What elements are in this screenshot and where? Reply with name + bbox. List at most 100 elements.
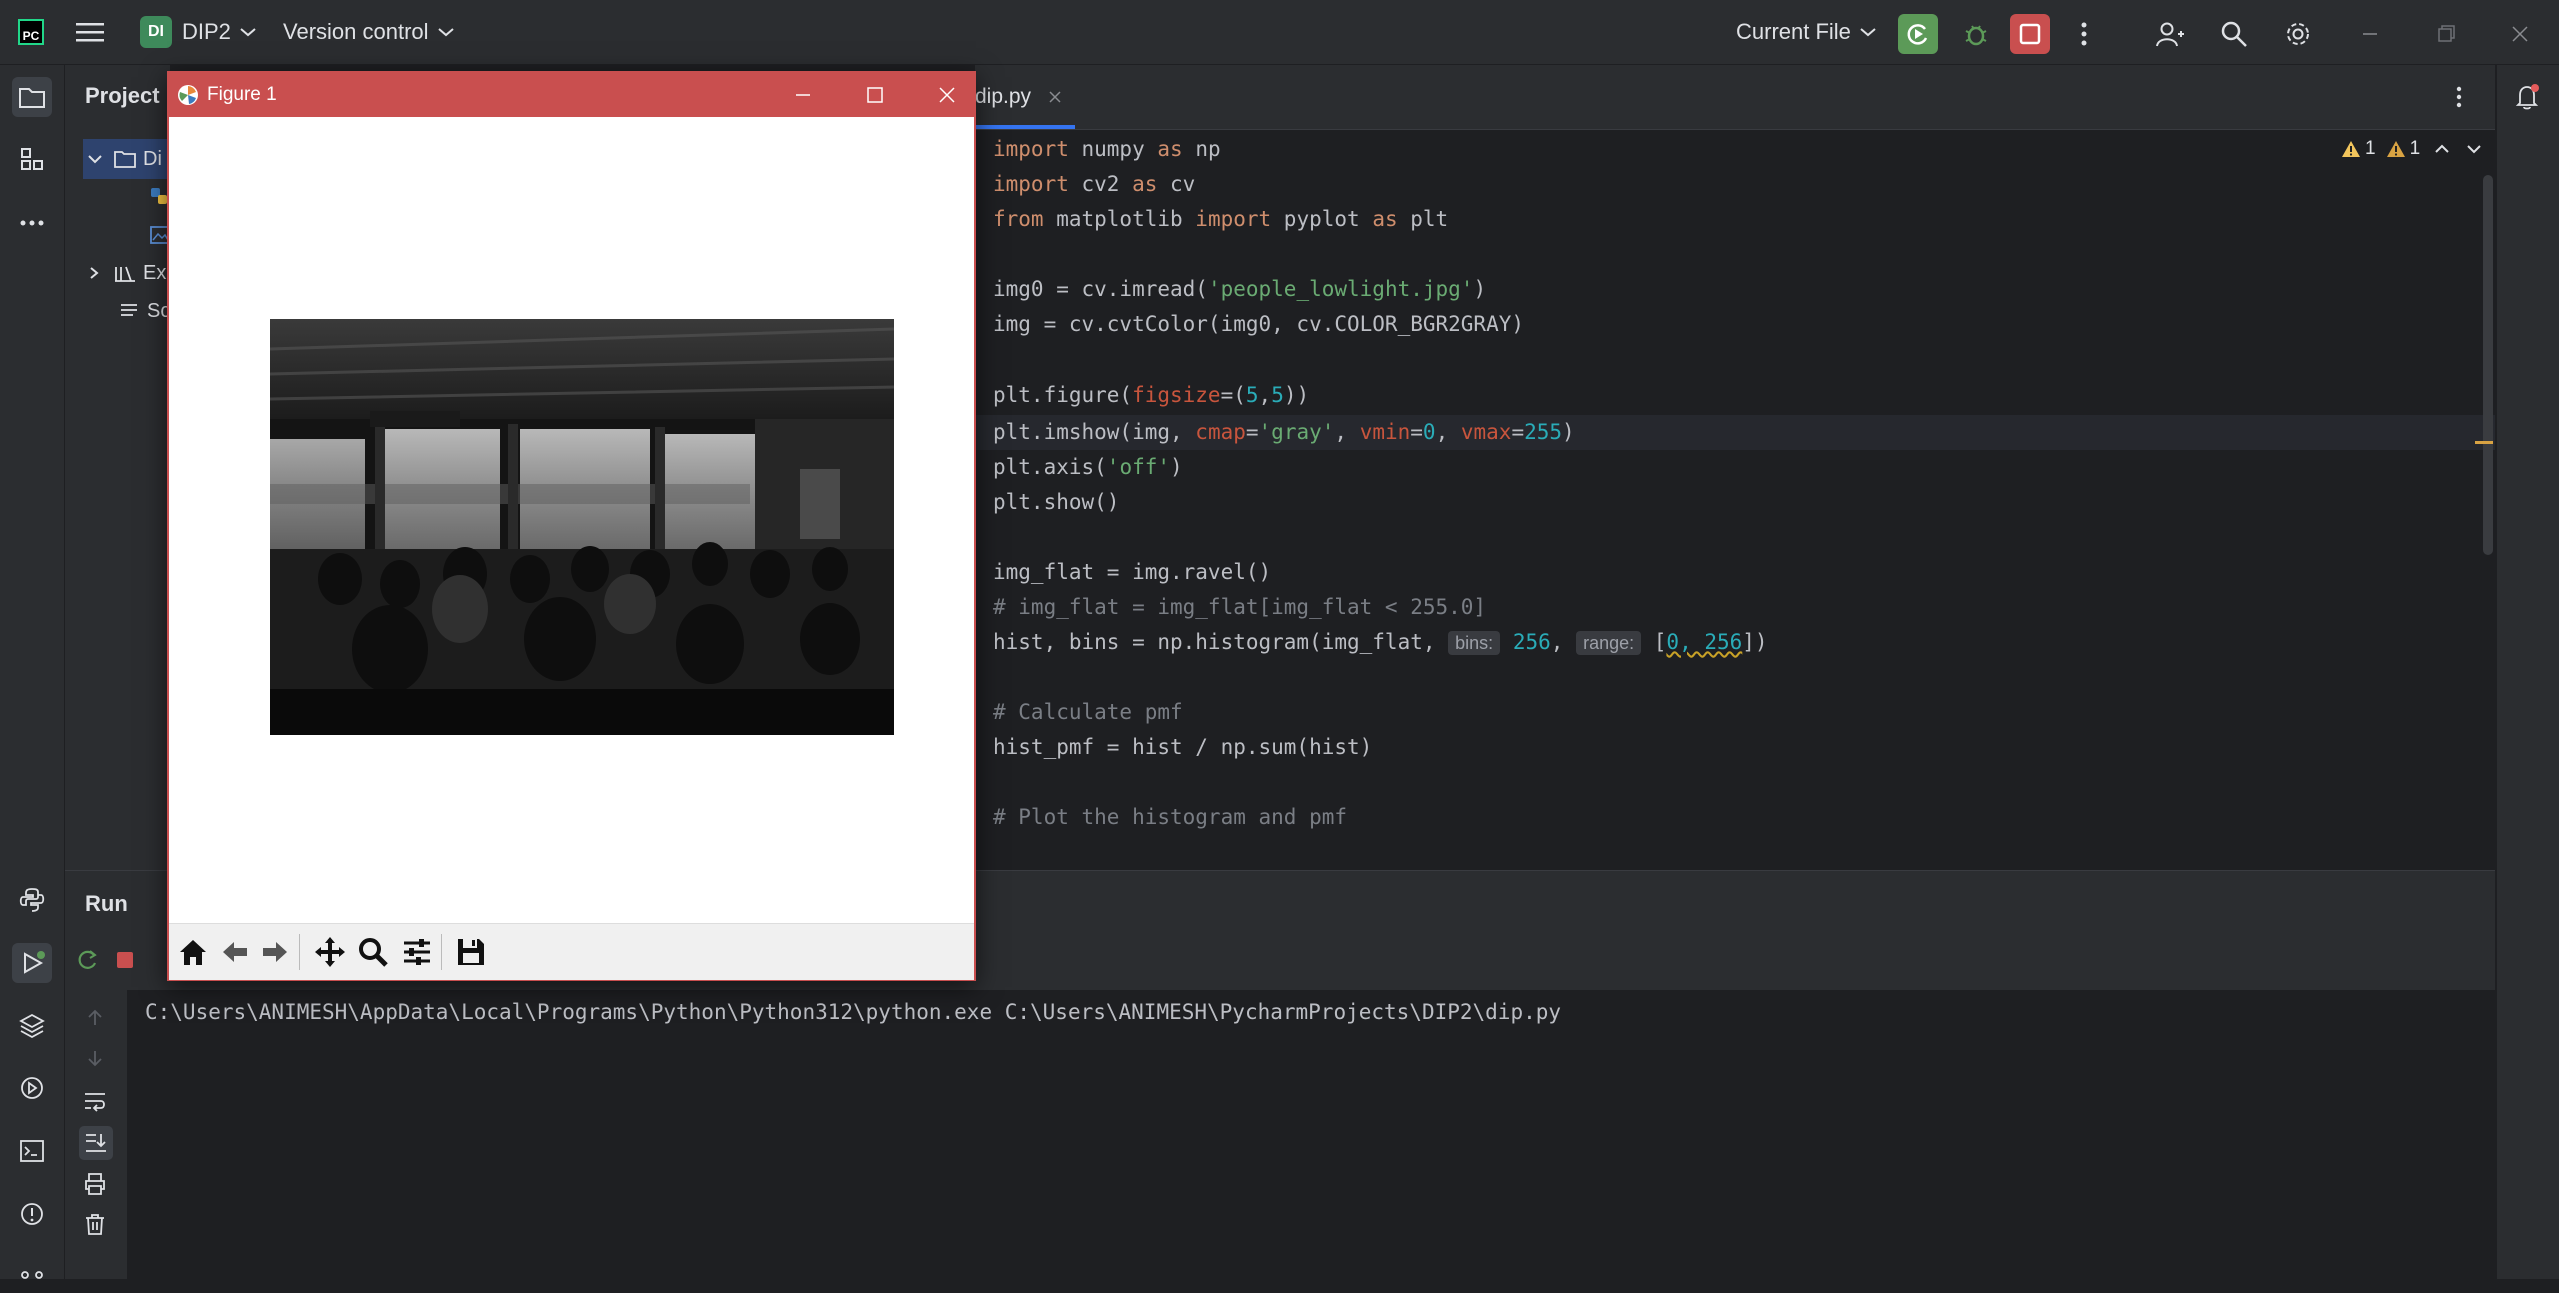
left-tool-strip <box>0 65 65 1279</box>
main-menu-button[interactable] <box>76 0 104 64</box>
print-button[interactable] <box>83 1172 107 1201</box>
structure-icon <box>21 148 43 170</box>
sliders-icon <box>404 939 430 965</box>
version-control-tool-button[interactable] <box>12 1253 52 1293</box>
clear-console-button[interactable] <box>83 1212 107 1241</box>
figure-close-button[interactable] <box>925 79 969 111</box>
arrow-right-icon <box>263 942 287 962</box>
configure-subplots-button[interactable] <box>397 932 437 972</box>
gear-icon <box>2287 23 2309 45</box>
run-side-toolbar <box>65 990 127 1279</box>
warning-marker[interactable] <box>2475 441 2493 444</box>
search-button[interactable] <box>2214 14 2254 54</box>
notifications-button[interactable] <box>2507 77 2547 117</box>
debug-button[interactable] <box>1956 14 1996 54</box>
minimize-icon <box>796 94 810 96</box>
more-vertical-icon <box>2456 86 2462 108</box>
project-tool-button[interactable] <box>12 77 52 117</box>
python-icon <box>19 888 45 912</box>
code-line: hist_pmf = hist / np.sum(hist) <box>993 735 1373 759</box>
library-icon <box>115 266 135 282</box>
chevron-down-icon <box>240 28 256 37</box>
restore-window-button[interactable] <box>2426 14 2466 54</box>
figure-minimize-button[interactable] <box>781 79 825 111</box>
tab-options-button[interactable] <box>2455 85 2463 114</box>
code-line: # Plot the histogram and pmf <box>993 805 1348 829</box>
settings-button[interactable] <box>2278 14 2318 54</box>
services-button[interactable] <box>12 1068 52 1108</box>
tree-row-label: Di <box>143 147 162 170</box>
scroll-up-button[interactable] <box>85 1008 105 1033</box>
code-line: import cv2 as cv <box>993 172 1196 196</box>
back-button[interactable] <box>215 932 255 972</box>
run-icon <box>24 951 45 974</box>
terminal-button[interactable] <box>12 1131 52 1171</box>
version-control-menu[interactable]: Version control <box>283 0 455 64</box>
python-console-button[interactable] <box>12 880 52 920</box>
code-line: plt.figure(figsize=(5,5)) <box>993 383 1310 407</box>
console-output[interactable]: C:\Users\ANIMESH\AppData\Local\Programs\… <box>127 990 2495 1279</box>
figure-title-bar[interactable]: Figure 1 <box>169 73 974 117</box>
folder-icon <box>19 88 45 108</box>
tree-row-external-libraries[interactable]: Ex <box>87 254 166 292</box>
save-icon <box>458 939 484 965</box>
problems-icon <box>21 1203 43 1225</box>
code-line: # img_flat = img_flat[img_flat < 255.0] <box>993 595 1487 619</box>
scroll-end-icon <box>86 1134 106 1152</box>
editor-scrollbar[interactable] <box>2483 175 2493 555</box>
run-tool-button[interactable] <box>12 943 52 983</box>
scroll-down-button[interactable] <box>85 1048 105 1073</box>
figure-maximize-button[interactable] <box>853 79 897 111</box>
minimize-icon <box>2363 33 2377 35</box>
warning-count: 1 <box>2365 138 2376 159</box>
run-config-selector[interactable]: Current File <box>1736 0 1877 64</box>
home-button[interactable] <box>173 932 213 972</box>
rerun-button[interactable] <box>75 948 99 977</box>
stop-run-button[interactable] <box>115 950 135 975</box>
arrow-down-icon <box>88 1051 102 1067</box>
printer-icon <box>85 1173 105 1195</box>
tab-label: dip.py <box>975 85 1032 108</box>
close-window-button[interactable] <box>2500 14 2540 54</box>
hamburger-icon <box>76 23 104 42</box>
stop-button[interactable] <box>2010 14 2050 54</box>
tab-dip-py[interactable]: dip.py <box>975 65 1063 129</box>
project-selector[interactable]: DI DIP2 <box>140 0 257 64</box>
python-packages-button[interactable] <box>12 1005 52 1045</box>
code-line: hist, bins = np.histogram(img_flat, bins… <box>993 630 1768 655</box>
vcs-icon <box>21 1271 43 1279</box>
code-with-me-button[interactable] <box>2150 14 2190 54</box>
save-figure-button[interactable] <box>451 932 491 972</box>
more-tools-button[interactable] <box>12 203 52 243</box>
problems-button[interactable] <box>12 1194 52 1234</box>
pycharm-logo[interactable]: PC <box>18 0 44 64</box>
console-command-line: C:\Users\ANIMESH\AppData\Local\Programs\… <box>145 1000 1562 1024</box>
pan-button[interactable] <box>310 932 350 972</box>
bug-icon <box>1965 25 1987 46</box>
toolbar-separator <box>299 934 300 970</box>
project-badge: DI <box>140 16 172 48</box>
tree-row-scratches[interactable]: Sc <box>117 292 170 330</box>
minimize-window-button[interactable] <box>2350 14 2390 54</box>
toolbar-separator <box>441 934 442 970</box>
code-editor[interactable]: import numpy as np import cv2 as cv from… <box>975 130 2495 830</box>
scroll-to-end-button[interactable] <box>79 1126 113 1160</box>
forward-button[interactable] <box>255 932 295 972</box>
folder-icon <box>114 151 136 168</box>
chevron-down-icon[interactable] <box>2466 143 2482 155</box>
code-line: img0 = cv.imread('people_lowlight.jpg') <box>993 277 1487 301</box>
tree-row-root[interactable]: Di <box>87 140 162 178</box>
inspection-widget[interactable]: 1 1 <box>2341 138 2482 160</box>
figure-title: Figure 1 <box>207 84 277 105</box>
more-actions-button[interactable] <box>2064 14 2104 54</box>
zoom-icon <box>359 938 388 967</box>
more-horizontal-icon <box>20 220 44 226</box>
structure-tool-button[interactable] <box>12 139 52 179</box>
zoom-button[interactable] <box>353 932 393 972</box>
bell-icon <box>2515 84 2539 110</box>
rerun-button[interactable] <box>1898 14 1938 54</box>
close-icon[interactable] <box>1047 89 1063 105</box>
soft-wrap-button[interactable] <box>83 1090 107 1117</box>
chevron-up-icon[interactable] <box>2434 143 2450 155</box>
figure-window: Figure 1 <box>167 71 976 981</box>
